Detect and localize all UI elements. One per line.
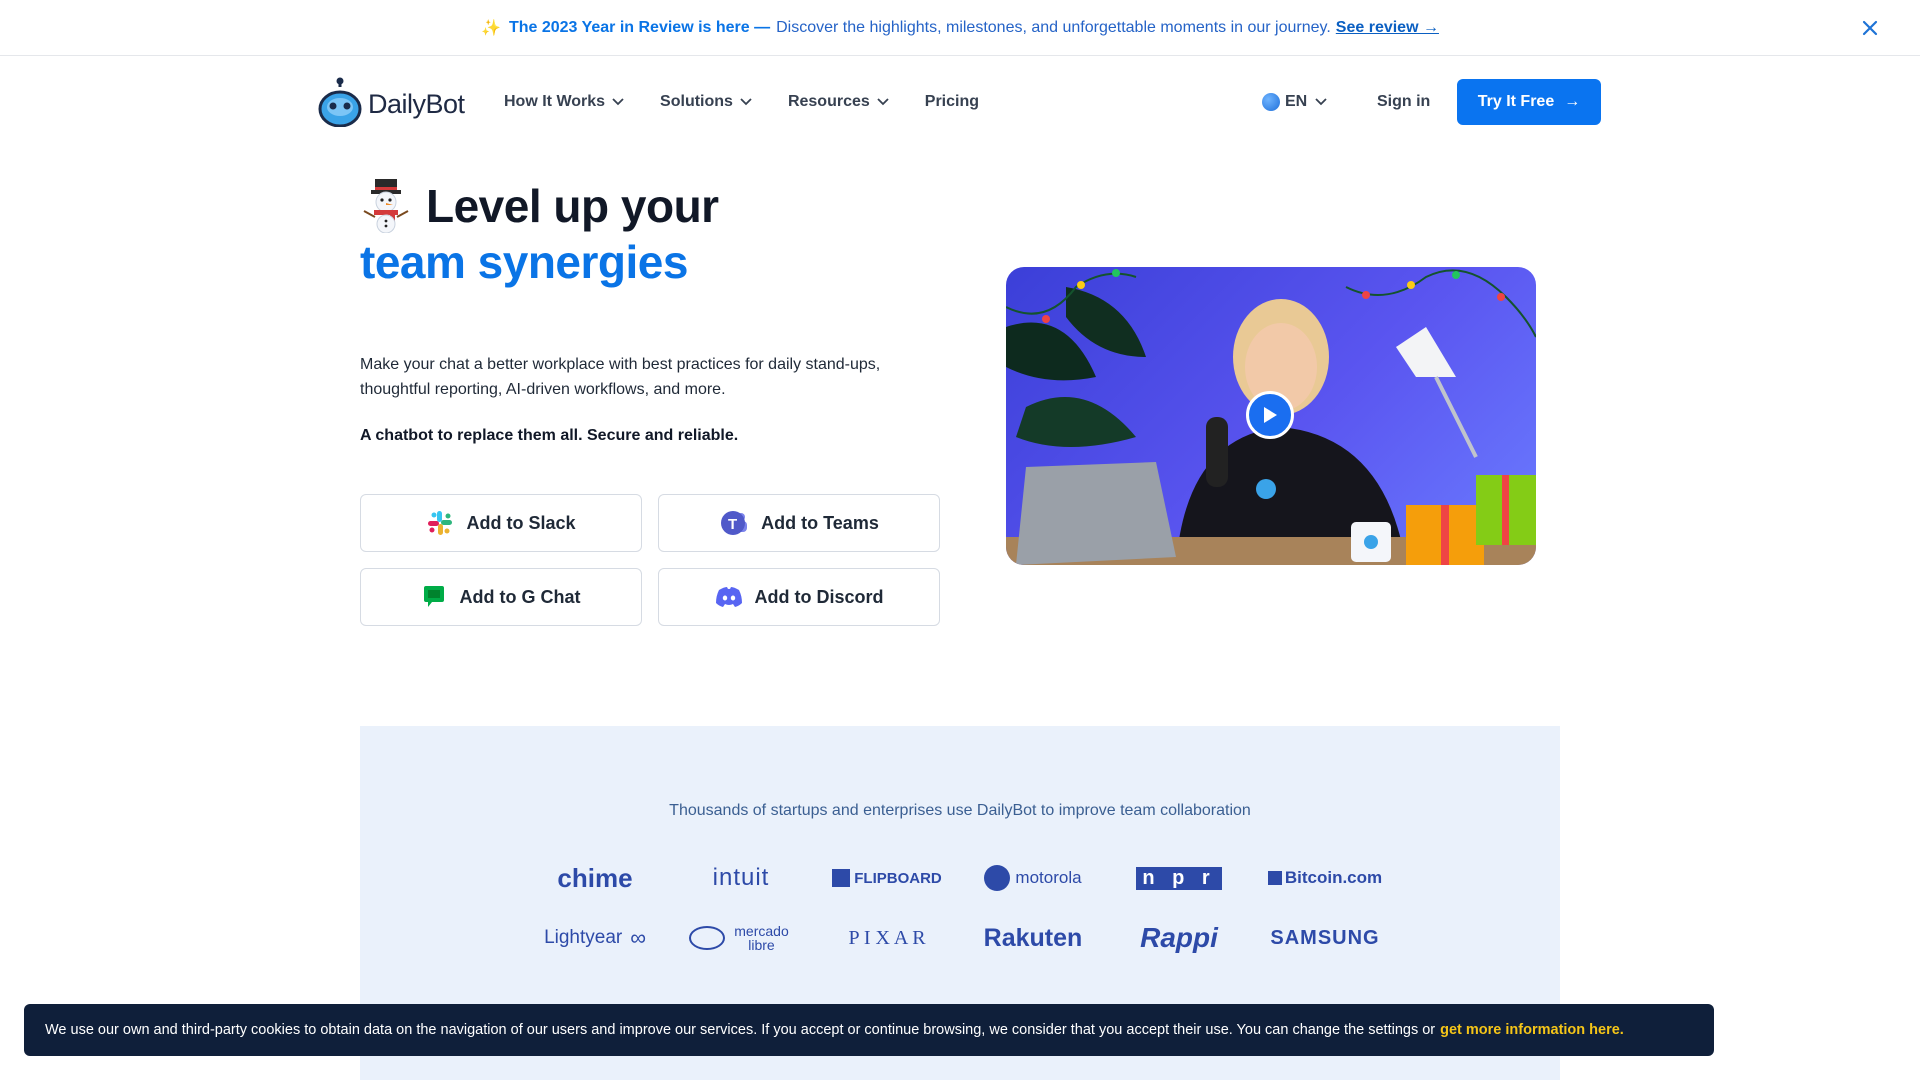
logo-lightyear: Lightyear ∞ <box>520 920 670 956</box>
logo-lightyear-text: Lightyear <box>544 927 623 948</box>
snowman-icon <box>360 179 412 233</box>
language-label: EN <box>1285 93 1308 110</box>
logo-rappi: Rappi <box>1140 922 1218 953</box>
infinity-icon: ∞ <box>630 925 646 950</box>
nav-menu: How It Works Solutions Resources Pricing <box>504 57 1015 147</box>
nav-item-label: Resources <box>787 93 870 110</box>
logo-rakuten: Rakuten <box>983 923 1083 952</box>
gchat-button-label: Add to G Chat <box>459 586 581 607</box>
hero-description: Make your chat a better workplace with b… <box>360 356 881 398</box>
announcement-description: Discover the highlights, milestones, and… <box>776 18 1331 36</box>
discord-icon <box>715 586 743 608</box>
dailybot-logo[interactable]: DailyBot <box>318 77 465 132</box>
logo-intuit: intuit <box>712 864 770 891</box>
add-to-gchat-button[interactable]: Add to G Chat <box>360 568 642 626</box>
hero-title-line1: Level up your <box>426 180 719 232</box>
nav-item-pricing[interactable]: Pricing <box>925 93 979 111</box>
nav-item-label: Pricing <box>924 93 979 110</box>
intro-video-thumbnail[interactable] <box>1006 267 1536 565</box>
add-to-slack-button[interactable]: Add to Slack <box>360 494 642 552</box>
cookie-banner: We use our own and third-party cookies t… <box>24 1004 1714 1056</box>
globe-icon <box>1262 93 1280 111</box>
chevron-down-icon <box>740 98 752 106</box>
slack-button-label: Add to Slack <box>466 512 576 533</box>
motorola-mark-icon <box>984 865 1011 891</box>
nav-item-label: How It Works <box>504 93 606 110</box>
logo-pixar: P I X A R <box>848 926 926 949</box>
sparkle-icon: ✨ <box>481 19 501 37</box>
see-review-link[interactable]: See review → <box>1336 19 1439 37</box>
robot-logo-icon <box>318 77 362 132</box>
cookie-text: We use our own and third-party cookies t… <box>45 1022 1436 1038</box>
logo-npr-text: n p r <box>1136 866 1222 890</box>
logo-samsung: SAMSUNG <box>1270 926 1380 949</box>
logo-motorola-text: motorola <box>1015 868 1082 887</box>
discord-button-label: Add to Discord <box>754 586 884 607</box>
sign-in-link[interactable]: Sign in <box>1377 57 1430 147</box>
language-selector[interactable]: EN <box>1262 57 1327 147</box>
chevron-down-icon <box>1315 98 1327 106</box>
bitcoin-mark-icon <box>1267 871 1282 885</box>
main-nav: DailyBot How It Works Solutions Resource… <box>0 57 1920 147</box>
logo-flipboard-text: FLIPBOARD <box>854 869 942 887</box>
hero-title: Level up your team synergies <box>360 178 719 290</box>
hero-tagline: A chatbot to replace them all. Secure an… <box>360 427 739 444</box>
close-icon[interactable] <box>1858 16 1882 40</box>
google-chat-icon <box>422 584 448 610</box>
nav-item-resources[interactable]: Resources <box>788 93 889 111</box>
svg-text:T: T <box>728 516 737 533</box>
cta-label: Try It Free <box>1477 93 1555 110</box>
logo-chime: chime <box>557 862 633 893</box>
flipboard-mark-icon <box>832 869 851 887</box>
try-it-free-button[interactable]: Try It Free → <box>1457 79 1601 125</box>
nav-item-label: Solutions <box>660 93 733 110</box>
hero-title-line2: team synergies <box>360 236 688 288</box>
cookie-more-info-link[interactable]: get more information here. <box>1440 1022 1624 1038</box>
slack-icon <box>426 509 454 537</box>
logo-flipboard: FLIPBOARD <box>812 860 962 896</box>
logo-bitcoin-text: Bitcoin.com <box>1284 868 1383 887</box>
announcement-bar: ✨ The 2023 Year in Review is here — Disc… <box>0 0 1920 56</box>
teams-button-label: Add to Teams <box>761 512 879 533</box>
nav-item-how-it-works[interactable]: How It Works <box>504 93 624 111</box>
announcement-headline: The 2023 Year in Review is here — <box>508 18 771 36</box>
brand-name: DailyBot <box>368 89 465 119</box>
logo-bitcoin: Bitcoin.com <box>1250 860 1400 896</box>
logo-mercado-libre: mercado libre <box>666 920 816 956</box>
teams-icon: T <box>719 508 749 538</box>
arrow-right-icon: → <box>1564 93 1581 110</box>
add-to-discord-button[interactable]: Add to Discord <box>658 568 940 626</box>
play-button-icon[interactable] <box>1246 391 1294 439</box>
logo-npr: n p r <box>1104 860 1254 896</box>
mercado-handshake-icon <box>688 926 725 950</box>
logos-caption: Thousands of startups and enterprises us… <box>669 802 1251 819</box>
nav-item-solutions[interactable]: Solutions <box>660 93 752 111</box>
logo-mercado-text: mercado libre <box>734 923 789 953</box>
add-to-teams-button[interactable]: T Add to Teams <box>658 494 940 552</box>
logo-motorola: motorola <box>958 860 1108 896</box>
chevron-down-icon <box>612 98 624 106</box>
chevron-down-icon <box>877 98 889 106</box>
